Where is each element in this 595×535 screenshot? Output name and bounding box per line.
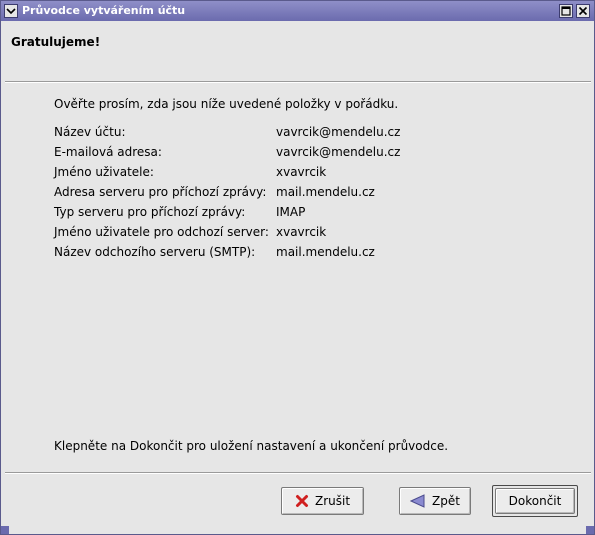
summary-row: Jméno uživatele pro odchozí server: xvav…	[54, 225, 454, 245]
summary-label: Jméno uživatele:	[54, 165, 154, 179]
maximize-button[interactable]	[559, 4, 573, 18]
header-divider	[5, 81, 591, 83]
summary-label: Adresa serveru pro příchozí zprávy:	[54, 185, 267, 199]
cancel-button[interactable]: Zrušit	[281, 487, 364, 515]
summary-row: Název odchozího serveru (SMTP): mail.men…	[54, 245, 454, 265]
close-icon	[578, 6, 588, 16]
summary-value: vavrcik@mendelu.cz	[276, 125, 401, 139]
summary-value: xvavrcik	[276, 225, 327, 239]
page-title: Gratulujeme!	[11, 35, 101, 49]
finish-button-label: Dokončit	[508, 494, 562, 508]
resize-corner-left[interactable]	[1, 526, 9, 534]
maximize-icon	[561, 6, 571, 16]
summary-label: Jméno uživatele pro odchozí server:	[54, 225, 269, 239]
summary-value: vavrcik@mendelu.cz	[276, 145, 401, 159]
summary-row: Jméno uživatele: xvavrcik	[54, 165, 454, 185]
back-button-label: Zpět	[432, 494, 460, 508]
summary-row: E-mailová adresa: vavrcik@mendelu.cz	[54, 145, 454, 165]
summary-value: mail.mendelu.cz	[276, 185, 375, 199]
resize-corner-right[interactable]	[586, 526, 594, 534]
finish-button[interactable]: Dokončit	[495, 488, 575, 514]
summary-value: mail.mendelu.cz	[276, 245, 375, 259]
close-button[interactable]	[576, 4, 590, 18]
summary-label: Typ serveru pro příchozí zprávy:	[54, 205, 246, 219]
window-menu-button[interactable]	[4, 4, 18, 18]
summary-row: Adresa serveru pro příchozí zprávy: mail…	[54, 185, 454, 205]
summary-row: Název účtu: vavrcik@mendelu.cz	[54, 125, 454, 145]
summary-value: xvavrcik	[276, 165, 327, 179]
wizard-window: Průvodce vytvářením účtu Gratulujeme! Ov…	[0, 0, 595, 535]
footer-note: Klepněte na Dokončit pro uložení nastave…	[54, 439, 449, 453]
summary-row: Typ serveru pro příchozí zprávy: IMAP	[54, 205, 454, 225]
chevron-down-icon	[6, 8, 16, 15]
title-bar[interactable]: Průvodce vytvářením účtu	[1, 1, 594, 21]
page-header: Gratulujeme!	[1, 21, 594, 81]
window-title: Průvodce vytvářením účtu	[22, 4, 186, 17]
summary-label: E-mailová adresa:	[54, 145, 162, 159]
summary-value: IMAP	[276, 205, 306, 219]
arrow-left-icon	[410, 494, 425, 508]
intro-text: Ověřte prosím, zda jsou níže uvedené pol…	[54, 97, 399, 111]
summary-label: Název účtu:	[54, 125, 126, 139]
footer-divider	[5, 472, 591, 474]
back-button[interactable]: Zpět	[399, 487, 471, 515]
summary-label: Název odchozího serveru (SMTP):	[54, 245, 256, 259]
cancel-button-label: Zrušit	[314, 494, 351, 508]
cancel-icon	[295, 495, 308, 507]
